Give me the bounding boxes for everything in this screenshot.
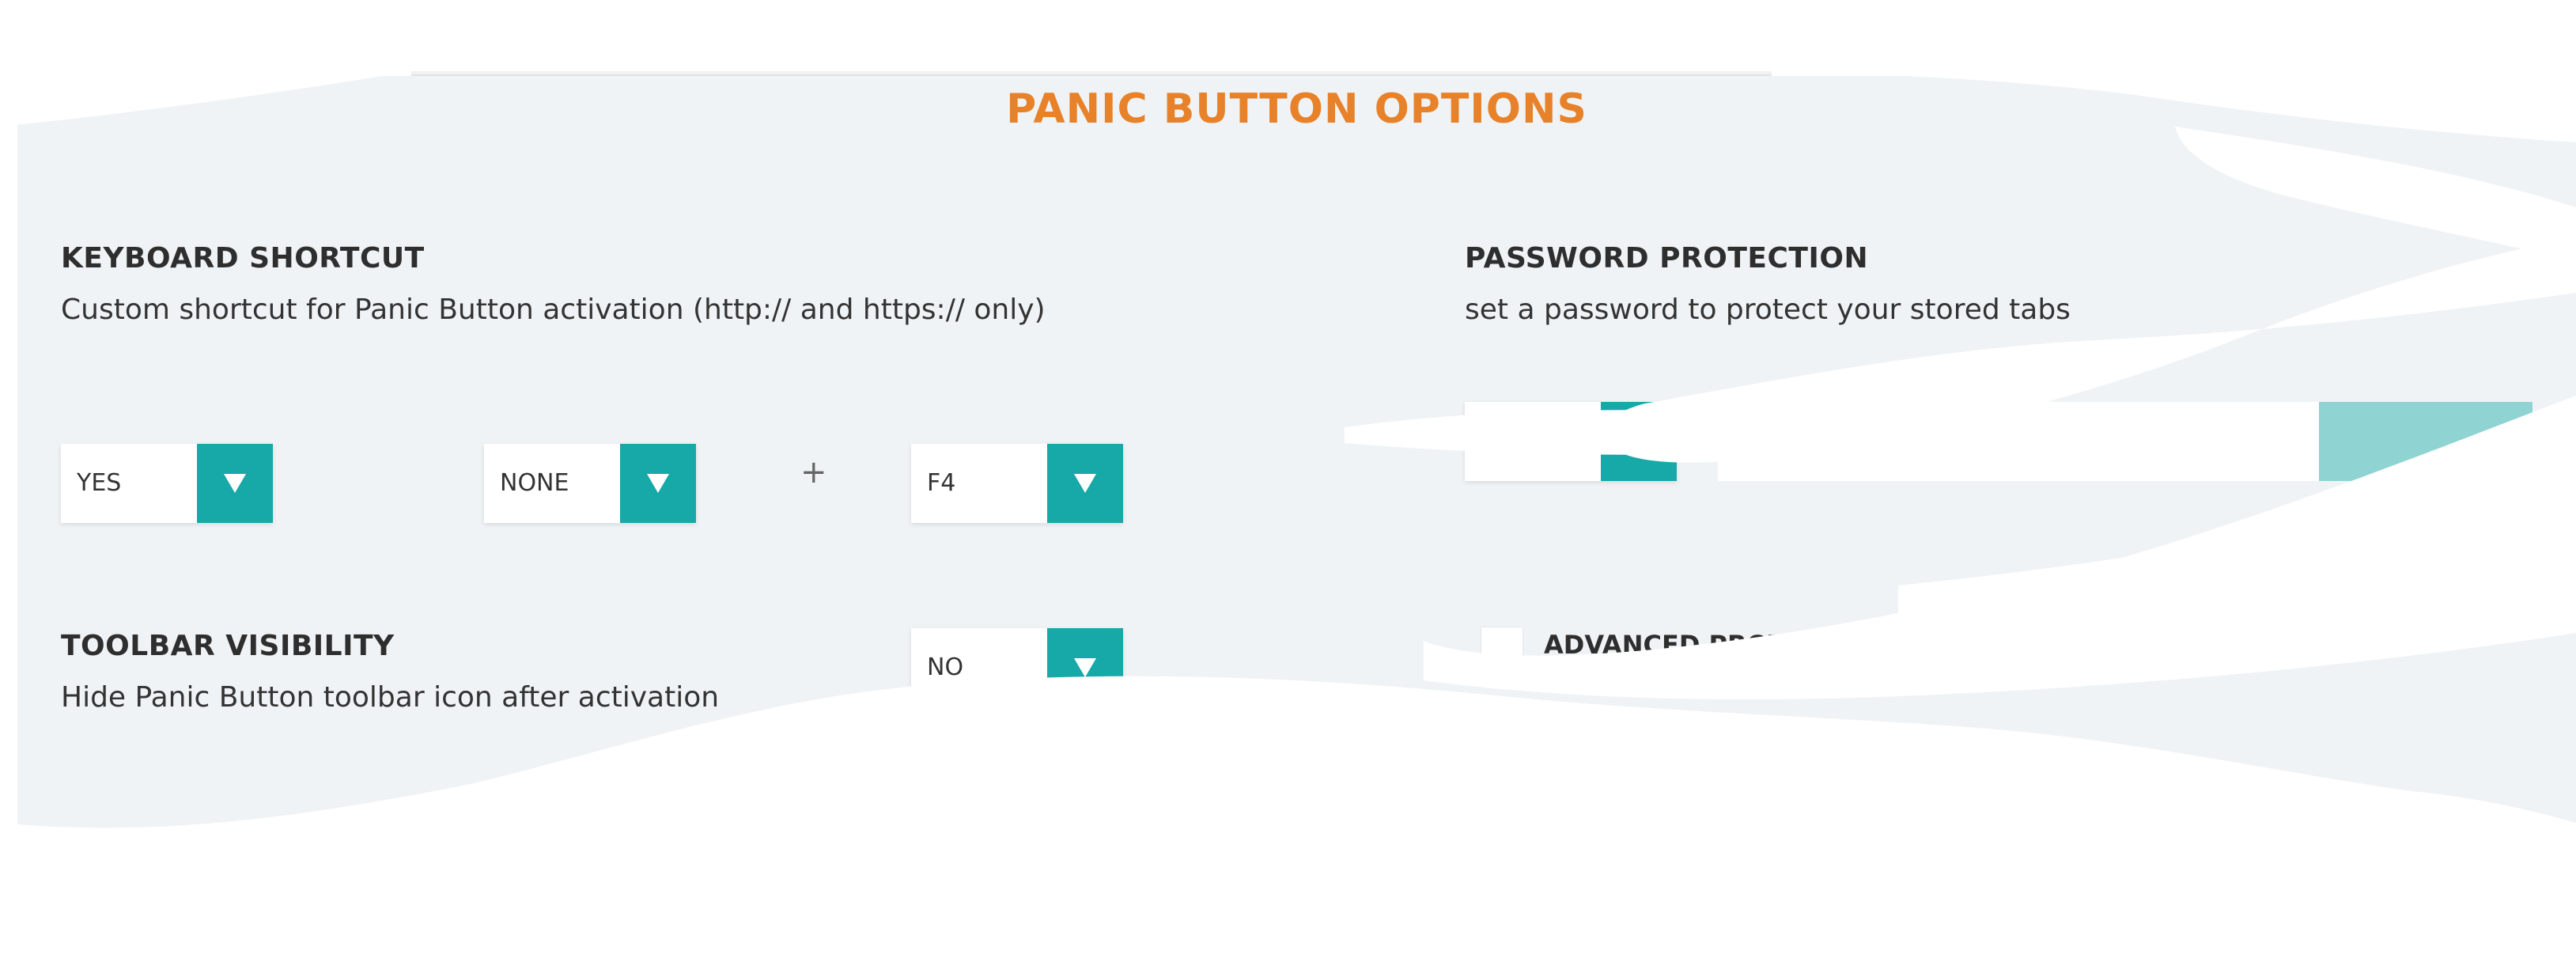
address-bar[interactable]: ...//mjpacpkinaoaofpkhnebmejhggjigdpe/op… [411,17,1772,76]
chevron-down-icon [1628,432,1650,451]
keyboard-shortcut-title: KEYBOARD SHORTCUT [61,242,425,275]
plus-sign: + [800,454,827,491]
password-input[interactable] [1718,402,2319,481]
shortcut-enabled-value: YES [77,469,122,497]
password-protection-description: set a password to protect your stored ta… [1465,294,2071,326]
dropdown-arrow-button[interactable] [197,444,273,523]
shortcut-enabled-select[interactable]: YES [61,444,273,523]
toolbar-visibility-select[interactable]: NO [911,628,1123,707]
chevron-down-icon [224,474,246,493]
toolbar-visibility-title: TOOLBAR VISIBILITY [61,630,395,662]
chevron-down-icon [1074,658,1096,677]
options-page: PANIC BUTTON OPTIONS KEYBOARD SHORTCUT C… [17,76,2576,867]
password-enabled-select[interactable]: NO [1465,402,1677,481]
shortcut-key-select[interactable]: F4 [911,444,1123,523]
dropdown-arrow-button[interactable] [1047,628,1123,707]
toolbar-visibility-description: Hide Panic Button toolbar icon after act… [61,681,720,714]
url-text[interactable]: ...//mjpacpkinaoaofpkhnebmejhggjigdpe/op… [544,28,1299,61]
shortcut-key-value: F4 [927,469,956,497]
keyboard-shortcut-description: Custom shortcut for Panic Button activat… [61,294,1046,326]
dropdown-arrow-button[interactable] [620,444,696,523]
section-divider [61,835,2540,837]
chevron-down-icon [1074,474,1096,493]
password-protection-title: PASSWORD PROTECTION [1465,242,1869,275]
shortcut-modifier-select[interactable]: NONE [484,444,696,523]
shortcut-modifier-value: NONE [500,469,569,497]
chevron-down-icon [647,474,669,493]
advanced-protection-label: ADVANCED PROTECTION [1544,630,1891,660]
toolbar-visibility-value: NO [927,653,964,681]
save-password-button[interactable] [2319,402,2532,481]
dropdown-arrow-button[interactable] [1601,402,1677,481]
page-title: PANIC BUTTON OPTIONS [1006,85,1587,133]
dropdown-arrow-button[interactable] [1047,444,1123,523]
password-enabled-value: NO [1481,427,1518,455]
advanced-protection-checkbox[interactable] [1481,627,1523,669]
